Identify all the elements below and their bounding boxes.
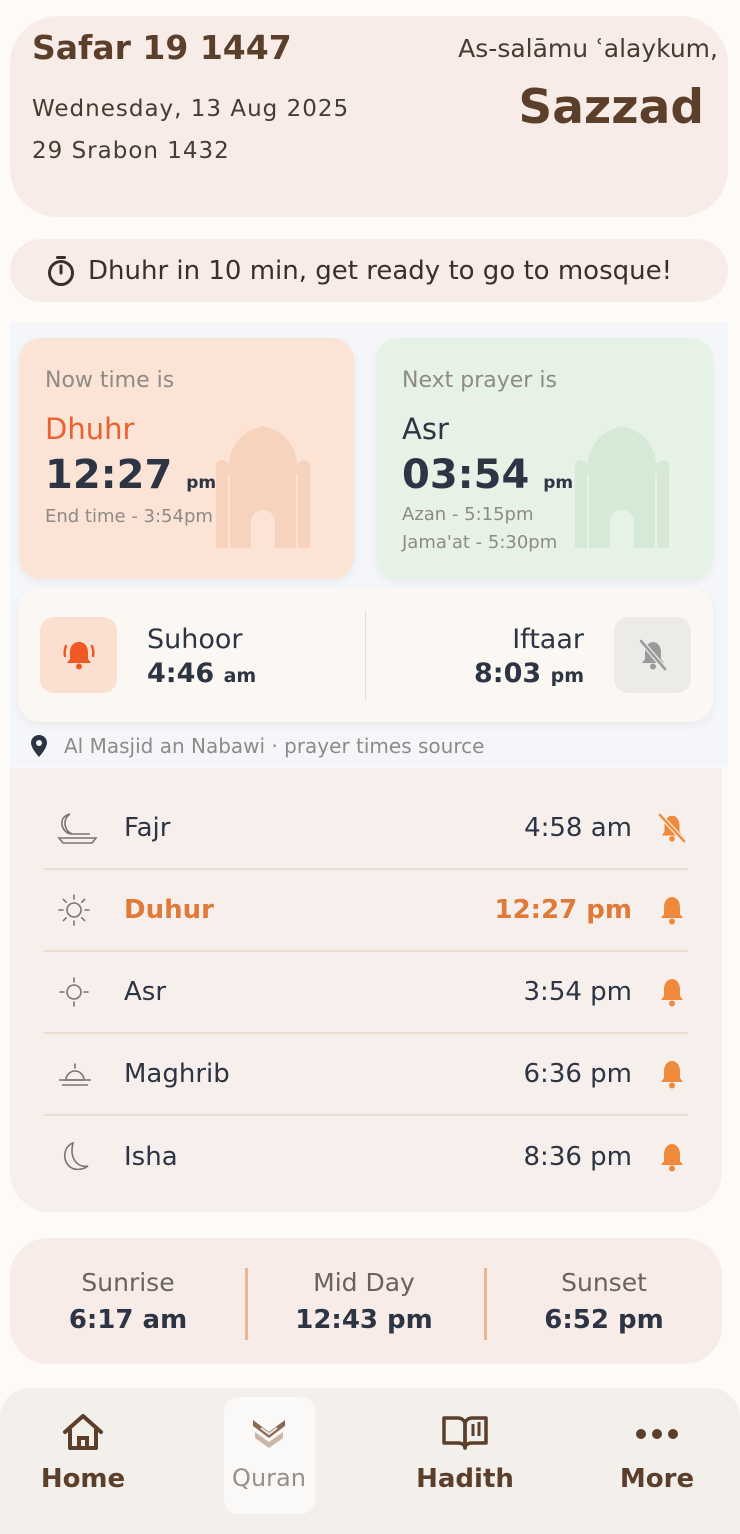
suhoor-time-value: 4:46 xyxy=(147,658,215,689)
suhoor-alarm-toggle[interactable] xyxy=(40,617,117,693)
next-prayer-time: 03:54 pm xyxy=(402,452,573,498)
prayer-row-duhur[interactable]: Duhur 12:27 pm xyxy=(44,870,688,952)
current-prayer-time: 12:27 pm xyxy=(45,452,216,498)
quran-icon xyxy=(253,1420,285,1448)
jamaat-time: Jama'at - 5:30pm xyxy=(402,532,558,553)
suhoor-label: Suhoor xyxy=(147,624,243,655)
bell-off-icon xyxy=(638,639,667,671)
prayer-alarm-toggle[interactable] xyxy=(656,976,688,1008)
sunset-block: Sunset 6:52 pm xyxy=(524,1268,684,1335)
bangla-date: 29 Srabon 1432 xyxy=(32,138,230,164)
iftaar-alarm-toggle[interactable] xyxy=(614,617,691,693)
nav-home[interactable]: Home xyxy=(18,1412,148,1494)
suhoor-iftaar-divider xyxy=(365,610,366,700)
sunset-value: 6:52 pm xyxy=(544,1305,664,1335)
bell-off-icon xyxy=(658,813,686,843)
more-dots-icon xyxy=(636,1429,678,1439)
small-sun-icon xyxy=(59,977,89,1007)
prayer-time: 6:36 pm xyxy=(523,1059,632,1089)
bell-icon xyxy=(661,1144,683,1172)
prayer-alarm-toggle[interactable] xyxy=(656,1141,688,1173)
prayer-row-maghrib[interactable]: Maghrib 6:36 pm xyxy=(44,1034,688,1116)
crescent-boat-icon xyxy=(57,813,98,844)
user-name: Sazzad xyxy=(518,80,704,135)
prayer-row-isha[interactable]: Isha 8:36 pm xyxy=(44,1116,688,1198)
prayer-time: 12:27 pm xyxy=(494,895,632,925)
prayer-alarm-toggle[interactable] xyxy=(656,894,688,926)
nav-quran-label: Quran xyxy=(232,1464,306,1492)
greeting: As-salāmu ʿalaykum, xyxy=(458,34,718,63)
sun-divider xyxy=(245,1268,248,1340)
nav-more-label: More xyxy=(619,1464,695,1494)
sun-icon xyxy=(58,894,90,926)
suhoor-time: 4:46 am xyxy=(147,658,256,689)
prayer-alarm-toggle[interactable] xyxy=(656,811,688,845)
prayer-time: 8:36 pm xyxy=(523,1142,632,1172)
prayer-source[interactable]: Al Masjid an Nabawi · prayer times sourc… xyxy=(30,734,484,758)
iftaar-label: Iftaar xyxy=(512,624,584,655)
mosque-icon xyxy=(216,426,310,548)
moon-icon xyxy=(64,1141,89,1171)
prayer-time: 4:58 am xyxy=(524,813,632,843)
iftaar-time-value: 8:03 xyxy=(474,658,542,689)
midday-value: 12:43 pm xyxy=(295,1305,433,1335)
stopwatch-icon xyxy=(48,255,74,286)
bell-icon xyxy=(661,1061,683,1089)
iftaar-ampm: pm xyxy=(550,665,584,687)
prayer-name: Asr xyxy=(124,977,167,1007)
reminder-text: Dhuhr in 10 min, get ready to go to mosq… xyxy=(88,255,673,286)
prayer-name: Maghrib xyxy=(124,1059,230,1089)
azan-time: Azan - 5:15pm xyxy=(402,504,534,525)
location-pin-icon xyxy=(31,735,47,757)
bell-icon xyxy=(661,979,683,1007)
sunset-icon xyxy=(59,1063,91,1086)
mosque-icon xyxy=(575,426,669,548)
nav-hadith[interactable]: Hadith xyxy=(400,1412,530,1494)
current-prayer-card[interactable]: Now time is Dhuhr 12:27 pm End time - 3:… xyxy=(19,338,354,579)
prayer-time: 3:54 pm xyxy=(523,977,632,1007)
sunrise-value: 6:17 am xyxy=(68,1305,188,1335)
bell-ringing-icon xyxy=(62,642,95,670)
nav-quran[interactable]: Quran xyxy=(204,1412,334,1492)
current-time-value: 12:27 xyxy=(45,452,173,498)
midday-label: Mid Day xyxy=(313,1268,415,1297)
sunset-label: Sunset xyxy=(561,1268,647,1297)
book-icon xyxy=(442,1416,488,1450)
now-label: Now time is xyxy=(45,368,175,393)
sun-divider xyxy=(484,1268,487,1340)
prayer-row-asr[interactable]: Asr 3:54 pm xyxy=(44,952,688,1034)
hijri-date: Safar 19 1447 xyxy=(32,28,292,67)
nav-home-label: Home xyxy=(40,1464,126,1494)
midday-block: Mid Day 12:43 pm xyxy=(284,1268,444,1335)
next-label: Next prayer is xyxy=(402,368,557,393)
prayer-row-fajr[interactable]: Fajr 4:58 am xyxy=(44,788,688,870)
source-text: Al Masjid an Nabawi · prayer times sourc… xyxy=(64,734,485,758)
prayer-alarm-toggle[interactable] xyxy=(656,1058,688,1090)
home-icon xyxy=(63,1414,103,1450)
current-end-time: End time - 3:54pm xyxy=(45,506,213,527)
next-prayer-card[interactable]: Next prayer is Asr 03:54 pm Azan - 5:15p… xyxy=(376,338,713,579)
bell-icon xyxy=(661,897,683,925)
iftaar-time: 8:03 pm xyxy=(474,658,584,689)
nav-more[interactable]: More xyxy=(592,1412,722,1494)
prayer-name: Duhur xyxy=(124,895,214,925)
current-prayer-name: Dhuhr xyxy=(45,412,135,446)
next-time-value: 03:54 xyxy=(402,452,530,498)
prayer-name: Fajr xyxy=(124,813,171,843)
suhoor-ampm: am xyxy=(223,665,257,687)
sunrise-label: Sunrise xyxy=(81,1268,175,1297)
next-prayer-name: Asr xyxy=(402,412,449,446)
prayer-name: Isha xyxy=(124,1142,178,1172)
gregorian-date: Wednesday, 13 Aug 2025 xyxy=(32,96,350,122)
prayer-reminder-banner[interactable]: Dhuhr in 10 min, get ready to go to mosq… xyxy=(10,239,728,302)
sunrise-block: Sunrise 6:17 am xyxy=(48,1268,208,1335)
nav-hadith-label: Hadith xyxy=(416,1464,514,1494)
